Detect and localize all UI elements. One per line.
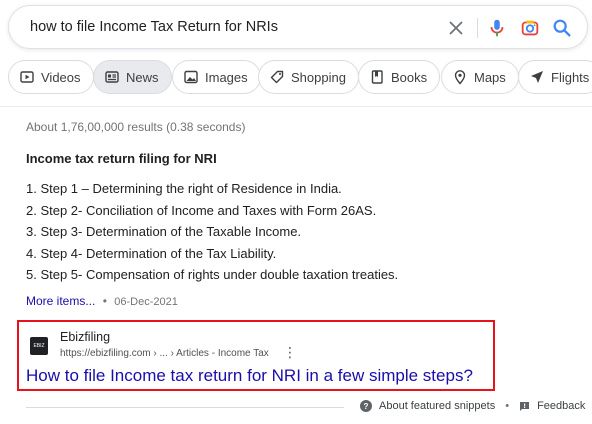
highlighted-result: EBIZ Ebizfiling https://ebizfiling.com ›…	[17, 320, 495, 391]
chip-label: Flights	[551, 69, 590, 85]
images-icon	[183, 69, 199, 85]
filter-chips: Videos News Images Shopping Books Maps F…	[8, 60, 592, 94]
snippet-steps-list: 1. Step 1 – Determining the right of Res…	[26, 178, 398, 286]
chip-videos[interactable]: Videos	[8, 60, 94, 94]
favicon-text: EBIZ	[33, 343, 45, 349]
feedback-link[interactable]: Feedback	[537, 400, 585, 412]
more-items-row: More items... • 06-Dec-2021	[26, 294, 178, 308]
video-icon	[19, 69, 35, 85]
chip-news[interactable]: News	[93, 60, 172, 94]
plane-icon	[529, 69, 545, 85]
more-items-link[interactable]: More items...	[26, 294, 95, 308]
chip-images[interactable]: Images	[172, 60, 261, 94]
snippet-footer: ? About featured snippets • Feedback	[360, 400, 585, 412]
list-item: 4. Step 4- Determination of the Tax Liab…	[26, 245, 277, 261]
about-featured-snippets-link[interactable]: About featured snippets	[379, 400, 495, 412]
more-options-icon[interactable]: ⋮	[283, 345, 297, 359]
clear-icon[interactable]	[445, 17, 467, 39]
chip-books[interactable]: Books	[358, 60, 441, 94]
snippet-date: 06-Dec-2021	[114, 296, 178, 308]
chip-label: Maps	[474, 69, 506, 85]
chip-label: News	[126, 69, 159, 85]
separator-dot: •	[505, 400, 510, 412]
separator-dot: •	[102, 294, 107, 308]
header-divider	[0, 106, 592, 107]
search-divider	[477, 18, 478, 38]
shopping-tag-icon	[269, 69, 285, 85]
news-icon	[104, 69, 120, 85]
snippet-title: Income tax return filing for NRI	[26, 151, 217, 166]
list-item: 2. Step 2- Conciliation of Income and Ta…	[26, 202, 377, 218]
list-item: 5. Step 5- Compensation of rights under …	[26, 267, 399, 283]
chip-label: Videos	[41, 69, 81, 85]
search-bar[interactable]: how to file Income Tax Return for NRIs	[8, 5, 588, 49]
chip-flights[interactable]: Flights	[518, 60, 592, 94]
result-title-link[interactable]: How to file Income tax return for NRI in…	[26, 366, 473, 386]
chip-maps[interactable]: Maps	[441, 60, 519, 94]
chip-label: Shopping	[291, 69, 346, 85]
chip-label: Images	[205, 69, 248, 85]
book-icon	[369, 69, 385, 85]
search-icon[interactable]	[551, 17, 573, 39]
footer-divider	[26, 407, 344, 408]
feedback-icon	[519, 401, 530, 412]
map-pin-icon	[452, 69, 468, 85]
svg-text:?: ?	[364, 402, 369, 411]
chip-label: Books	[391, 69, 428, 85]
list-item: 1. Step 1 – Determining the right of Res…	[26, 181, 342, 196]
site-url[interactable]: https://ebizfiling.com › ... › Articles …	[60, 348, 269, 359]
camera-lens-icon[interactable]	[519, 17, 541, 39]
help-circle-icon: ?	[360, 400, 372, 412]
result-stats: About 1,76,00,000 results (0.38 seconds)	[26, 120, 246, 134]
list-item: 3. Step 3- Determination of the Taxable …	[26, 224, 302, 240]
site-name[interactable]: Ebizfiling	[60, 330, 110, 344]
chip-shopping[interactable]: Shopping	[258, 60, 359, 94]
site-favicon: EBIZ	[30, 337, 48, 355]
search-input[interactable]: how to file Income Tax Return for NRIs	[30, 19, 278, 35]
microphone-icon[interactable]	[486, 17, 508, 39]
